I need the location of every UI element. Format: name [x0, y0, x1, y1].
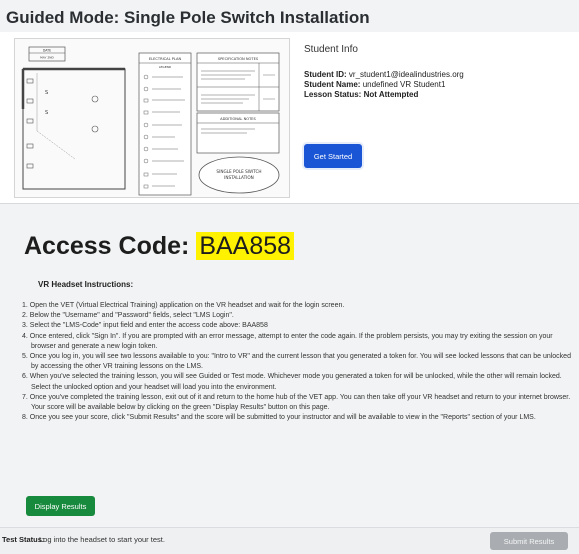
submit-results-button[interactable]: Submit Results: [490, 532, 568, 550]
student-id-value: vr_student1@idealindustries.org: [348, 70, 464, 79]
vr-instructions-title: VR Headset Instructions:: [38, 280, 134, 289]
instruction-step: 6. When you've selected the training les…: [22, 373, 562, 391]
specification-notes-box: [196, 52, 280, 112]
test-status-text: Log into the headset to start your test.: [39, 535, 165, 544]
lesson-status-row: Lesson Status: Not Attempted: [304, 90, 574, 100]
svg-text:S: S: [45, 110, 48, 116]
instruction-step: 5. Once you log in, you will see two les…: [22, 353, 571, 371]
lesson-card: DATE MAY 2ND S S ELECTRICAL PLAN LEGEND …: [0, 32, 579, 204]
page-title: Guided Mode: Single Pole Switch Installa…: [6, 8, 370, 27]
instruction-step: 1. Open the VET (Virtual Electrical Trai…: [22, 302, 345, 309]
student-info: Student Info Student ID: vr_student1@ide…: [304, 44, 574, 100]
svg-text:S: S: [45, 90, 48, 96]
student-name-label: Student Name:: [304, 80, 361, 89]
access-code-label: Access Code:: [24, 232, 190, 260]
instruction-step: 3. Select the "LMS-Code" input field and…: [22, 322, 268, 330]
electrical-plan-image: DATE MAY 2ND S S ELECTRICAL PLAN LEGEND …: [14, 38, 290, 198]
get-started-button[interactable]: Get Started: [304, 144, 362, 168]
student-name-value: undefined VR Student1: [362, 80, 446, 89]
installation-label-line1: SINGLE POLE SWITCH: [216, 169, 261, 174]
instruction-step: 8. Once you see your score, click "Submi…: [22, 414, 536, 422]
page: Guided Mode: Single Pole Switch Installa…: [0, 0, 579, 554]
student-id-label: Student ID:: [304, 70, 347, 79]
additional-notes-label: ADDITIONAL NOTES: [220, 117, 256, 121]
student-name-row: Student Name: undefined VR Student1: [304, 80, 574, 90]
access-code-value: BAA858: [196, 232, 295, 260]
vr-instructions-list: 1. Open the VET (Virtual Electrical Trai…: [22, 301, 578, 423]
installation-label-line2: INSTALLATION: [224, 175, 254, 180]
room-walls: [22, 68, 126, 190]
instruction-step: 7. Once you've completed the training le…: [22, 393, 571, 412]
test-status-bar: Test Status: Log into the headset to sta…: [0, 527, 579, 554]
lesson-status-value: Not Attempted: [363, 90, 419, 99]
instruction-step: 4. Once entered, click "Sign In". If you…: [22, 332, 553, 350]
display-results-button[interactable]: Display Results: [26, 496, 95, 516]
date-label: DATE: [43, 49, 51, 53]
student-id-row: Student ID: vr_student1@idealindustries.…: [304, 70, 574, 80]
lesson-status-label: Lesson Status:: [304, 90, 362, 99]
legend-label: LEGEND: [159, 65, 172, 69]
floor-plan-drawing: DATE MAY 2ND S S ELECTRICAL PLAN LEGEND …: [21, 46, 280, 196]
instruction-step: 2. Below the "Username" and "Password" f…: [22, 312, 234, 320]
access-code-heading: Access Code: BAA858: [24, 232, 295, 261]
electrical-plan-label: ELECTRICAL PLAN: [149, 57, 182, 61]
date-value: MAY 2ND: [40, 56, 54, 60]
specification-notes-label: SPECIFICATION NOTES: [218, 57, 259, 61]
student-info-header: Student Info: [304, 44, 358, 55]
